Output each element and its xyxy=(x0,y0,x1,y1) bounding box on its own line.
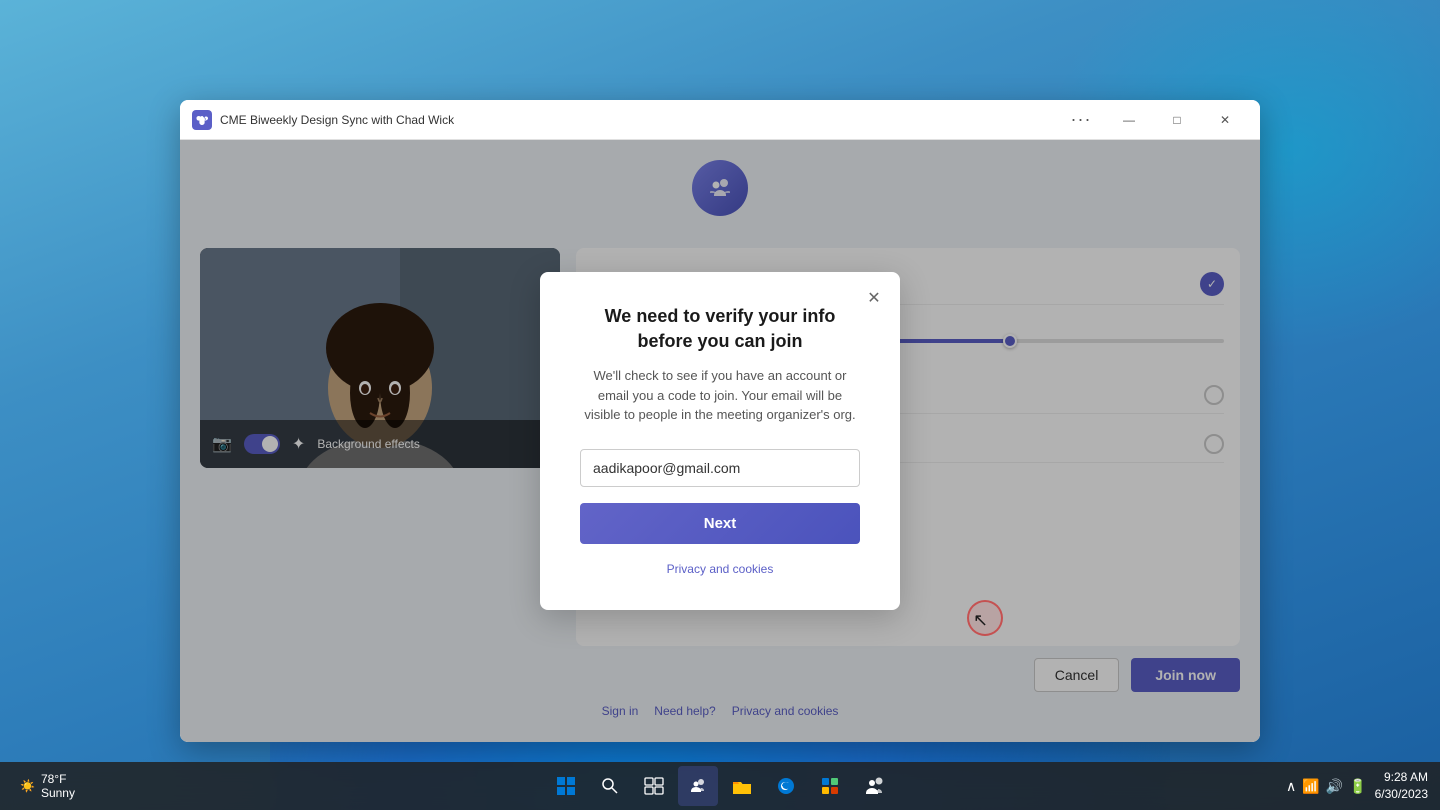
modal-close-button[interactable]: ✕ xyxy=(860,284,888,312)
file-explorer-button[interactable] xyxy=(722,766,762,806)
close-button[interactable]: ✕ xyxy=(1202,104,1248,136)
window-body: 📷 ✦ Background effects ✓ ⚙ xyxy=(180,140,1260,742)
start-button[interactable] xyxy=(546,766,586,806)
edge-browser-button[interactable] xyxy=(766,766,806,806)
weather-icon: ☀️ xyxy=(20,779,35,793)
more-options-button[interactable]: ··· xyxy=(1058,104,1104,136)
search-button[interactable] xyxy=(590,766,630,806)
maximize-button[interactable]: □ xyxy=(1154,104,1200,136)
taskbar: ☀️ 78°F Sunny xyxy=(0,762,1440,810)
taskbar-weather: ☀️ 78°F Sunny xyxy=(12,768,83,804)
taskbar-left: ☀️ 78°F Sunny xyxy=(12,768,83,804)
next-button[interactable]: Next xyxy=(580,503,860,544)
taskview-button[interactable] xyxy=(634,766,674,806)
weather-temp: 78°F xyxy=(41,772,75,786)
teams-title-icon xyxy=(192,110,212,130)
modal-title: We need to verify your info before you c… xyxy=(580,304,860,354)
title-bar: CME Biweekly Design Sync with Chad Wick … xyxy=(180,100,1260,140)
title-bar-controls: ··· — □ ✕ xyxy=(1058,104,1248,136)
modal-privacy-link[interactable]: Privacy and cookies xyxy=(667,562,774,576)
taskbar-right: ∧ 📶 🔊 🔋 9:28 AM 6/30/2023 xyxy=(1286,769,1428,803)
taskbar-time-display: 9:28 AM xyxy=(1375,769,1428,786)
notification-icon: ∧ xyxy=(1286,778,1296,795)
taskbar-center xyxy=(546,766,894,806)
modal-overlay: ✕ We need to verify your info before you… xyxy=(180,140,1260,742)
store-button[interactable] xyxy=(810,766,850,806)
teams-app-button[interactable] xyxy=(854,766,894,806)
taskbar-date-display: 6/30/2023 xyxy=(1375,786,1428,803)
app-window: CME Biweekly Design Sync with Chad Wick … xyxy=(180,100,1260,742)
minimize-button[interactable]: — xyxy=(1106,104,1152,136)
volume-icon: 🔊 xyxy=(1326,778,1343,795)
teams-chat-button[interactable] xyxy=(678,766,718,806)
system-icons: ∧ 📶 🔊 🔋 xyxy=(1286,778,1367,795)
modal-description: We'll check to see if you have an accoun… xyxy=(580,366,860,425)
wifi-icon: 📶 xyxy=(1302,778,1319,795)
verify-modal: ✕ We need to verify your info before you… xyxy=(540,272,900,610)
weather-condition: Sunny xyxy=(41,786,75,800)
battery-icon: 🔋 xyxy=(1349,778,1366,795)
window-title: CME Biweekly Design Sync with Chad Wick xyxy=(220,113,1058,127)
email-input[interactable] xyxy=(580,449,860,487)
taskbar-datetime[interactable]: 9:28 AM 6/30/2023 xyxy=(1375,769,1428,803)
